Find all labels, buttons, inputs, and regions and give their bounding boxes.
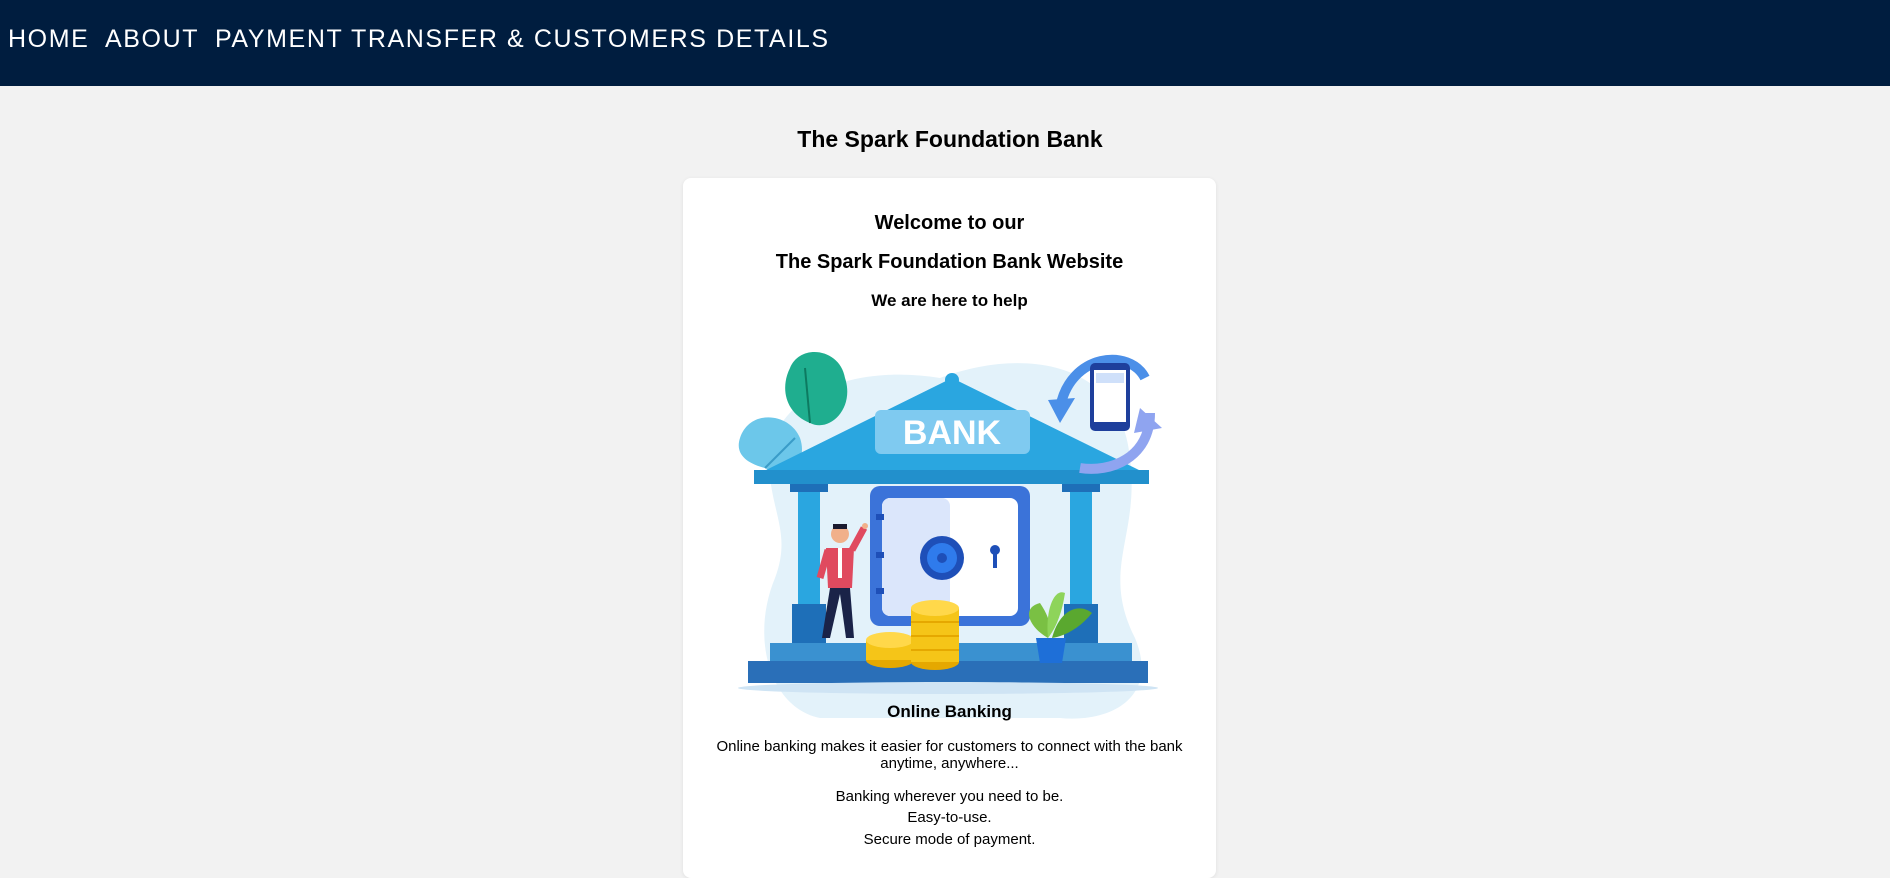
welcome-bank-name: The Spark Foundation Bank Website [775, 251, 1124, 273]
welcome-heading: Welcome to our [874, 212, 1025, 234]
welcome-card: Welcome to our The Spark Foundation Bank… [683, 178, 1216, 878]
online-banking-description: Online banking makes it easier for custo… [716, 738, 1183, 772]
page-title: The Spark Foundation Bank [797, 126, 1103, 152]
feature-line: Secure mode of payment. [863, 831, 1036, 848]
feature-line: Easy-to-use. [907, 809, 992, 826]
nav-payment-transfer-link[interactable]: PAYMENT TRANSFER & CUSTOMERS DETAILS [215, 24, 830, 54]
bank-illustration: BANK [738, 351, 1162, 719]
nav-home-link[interactable]: HOME [8, 24, 89, 54]
nav-about-link[interactable]: ABOUT [105, 24, 199, 54]
top-navbar: HOME ABOUT PAYMENT TRANSFER & CUSTOMERS … [0, 0, 1890, 86]
online-banking-title: Online Banking [887, 702, 1012, 721]
bank-sign-text: BANK [903, 414, 1002, 452]
welcome-tagline: We are here to help [871, 291, 1028, 310]
feature-line: Banking wherever you need to be. [835, 788, 1064, 805]
